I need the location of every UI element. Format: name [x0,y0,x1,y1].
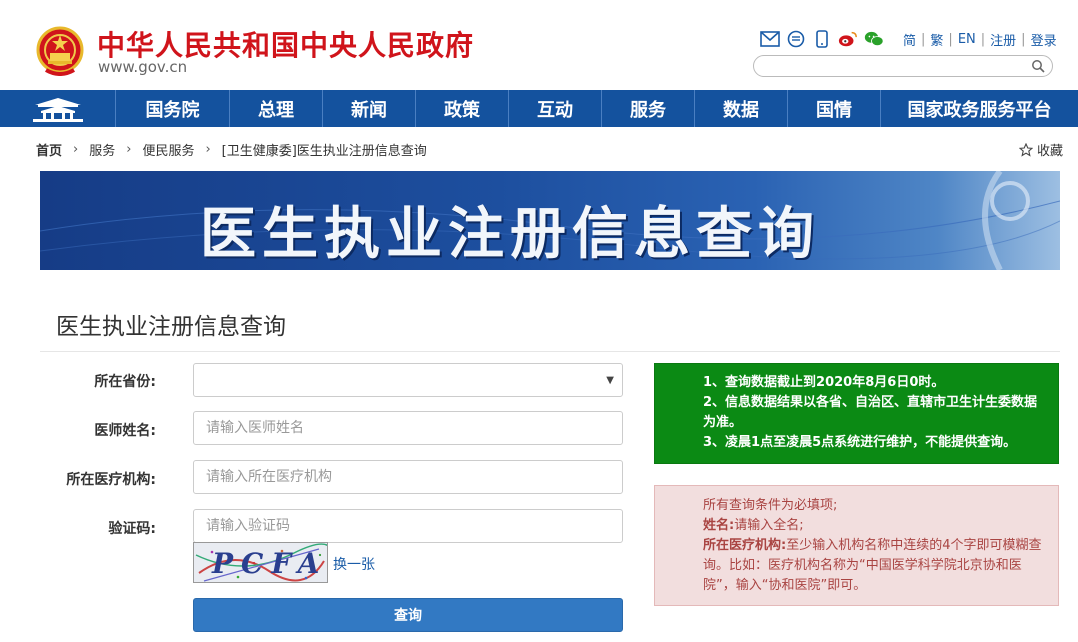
notice-line: 2、信息数据结果以各省、自治区、直辖市卫生计生委数据为准。 [703,395,1038,430]
breadcrumb-home[interactable]: 首页 [36,140,62,159]
institution-input[interactable] [193,460,623,494]
site-search [753,55,1053,77]
hint-intro: 所有查询条件为必填项; [703,498,838,513]
hint-name: 姓名:请输入全名; [703,516,1046,536]
mail-icon[interactable] [760,29,780,49]
captcha-refresh-link[interactable]: 换一张 [333,554,375,574]
nav-item-services[interactable]: 服务 [602,90,695,127]
chevron-right-icon: › [126,142,132,157]
star-icon [1019,142,1033,157]
province-label: 所在省份: [94,374,156,390]
notice-line: 3、凌晨1点至凌晨5点系统进行维护，不能提供查询。 [703,435,1017,450]
national-emblem-icon[interactable] [36,26,84,76]
required-hint-panel: 所有查询条件为必填项; 姓名:请输入全名; 所在医疗机构:至少输入机构名称中连续… [654,485,1059,606]
institution-label: 所在医疗机构: [66,472,156,488]
chevron-right-icon: › [73,142,79,157]
page-title: 医生执业注册信息查询 [56,314,286,340]
breadcrumb-services[interactable]: 服务 [89,140,115,159]
nav-item-premier[interactable]: 总理 [230,90,323,127]
register-link[interactable]: 注册 [985,30,1021,49]
weibo-icon[interactable] [838,29,858,49]
search-input[interactable] [764,58,1024,74]
top-tools: 简 | 繁 | EN | 注册 | 登录 [760,28,1062,50]
chevron-right-icon: › [205,142,211,157]
nav-item-news[interactable]: 新闻 [323,90,416,127]
news-icon[interactable] [786,29,806,49]
search-icon[interactable] [1030,58,1046,74]
breadcrumb-convenience[interactable]: 便民服务 [142,140,194,159]
favorite-label: 收藏 [1037,144,1064,159]
doctor-name-input[interactable] [193,411,623,445]
hint-institution: 所在医疗机构:至少输入机构名称中连续的4个字即可模糊查询。比如：医疗机构名称为“… [703,536,1046,596]
lang-simplified-link[interactable]: 简 [898,30,921,49]
breadcrumb-current: [卫生健康委]医生执业注册信息查询 [221,144,427,159]
page-banner: 医生执业注册信息查询 [40,171,1060,270]
site-url[interactable]: www.gov.cn [98,58,187,76]
site-header: 中华人民共和国中央人民政府 www.gov.cn 简 | 繁 | EN | 注册 | 登… [0,0,1078,90]
notice-line: 1、查询数据截止到2020年8月6日0时。 [703,375,945,390]
nav-item-national-info[interactable]: 国情 [788,90,881,127]
nav-home-icon[interactable] [0,90,116,127]
mobile-icon[interactable] [812,29,832,49]
captcha-image[interactable]: PCFA [193,542,328,583]
nav-item-interaction[interactable]: 互动 [509,90,602,127]
language-links: 简 | 繁 | EN | 注册 | 登录 [898,30,1062,49]
captcha-label: 验证码: [108,521,156,537]
nav-item-gov-service-platform[interactable]: 国家政务服务平台 [881,90,1078,127]
captcha-text: PCFA [212,547,328,580]
captcha-input[interactable] [193,509,623,543]
nav-item-policy[interactable]: 政策 [416,90,509,127]
nav-item-state-council[interactable]: 国务院 [116,90,230,127]
lang-traditional-link[interactable]: 繁 [925,30,948,49]
hint-name-key: 姓名: [703,518,735,533]
query-button[interactable]: 查询 [193,598,623,632]
nav-item-data[interactable]: 数据 [695,90,788,127]
breadcrumb: 首页 › 服务 › 便民服务 › [卫生健康委]医生执业注册信息查询 [36,140,427,159]
favorite-button[interactable]: 收藏 [1019,140,1063,159]
login-link[interactable]: 登录 [1026,30,1062,49]
caret-down-icon: ▼ [606,375,614,386]
doctor-name-label: 医师姓名: [94,423,156,439]
hint-institution-key: 所在医疗机构: [703,538,787,553]
main-nav: 国务院 总理 新闻 政策 互动 服务 数据 国情 国家政务服务平台 [0,90,1078,127]
hint-name-value: 请输入全名; [734,518,804,533]
lang-english-link[interactable]: EN [953,32,981,47]
data-notice-panel: 1、查询数据截止到2020年8月6日0时。 2、信息数据结果以各省、自治区、直辖… [654,363,1059,464]
banner-title: 医生执业注册信息查询 [200,202,820,267]
wechat-icon[interactable] [864,29,884,49]
province-select[interactable]: ▼ [193,363,623,397]
title-divider [40,351,1060,352]
